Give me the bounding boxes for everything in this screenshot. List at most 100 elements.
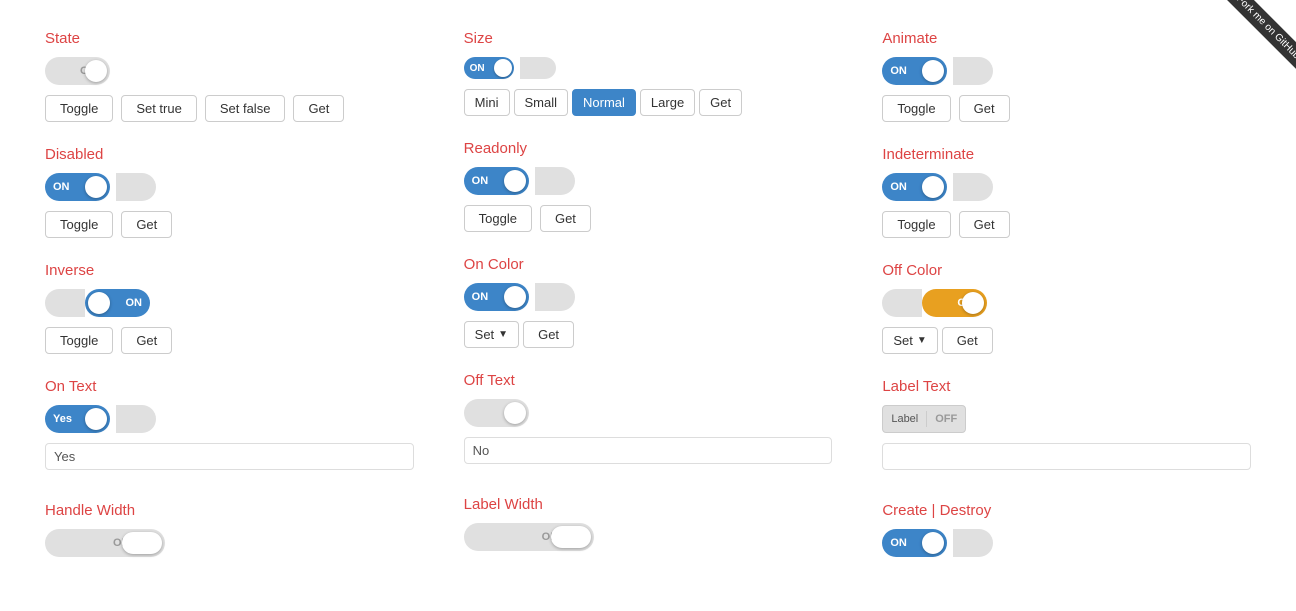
inverse-get-btn[interactable]: Get <box>121 327 172 354</box>
label-text-toggle[interactable]: Label OFF <box>882 405 966 433</box>
label-width-toggle-container: OFF <box>464 523 833 551</box>
indeterminate-toggle-btn[interactable]: Toggle <box>882 211 950 238</box>
on-color-get-btn[interactable]: Get <box>523 321 574 348</box>
inverse-toggle-left <box>45 289 85 317</box>
state-toggle-btn[interactable]: Toggle <box>45 95 113 122</box>
section-inverse: Inverse ON Toggle Get <box>45 262 414 354</box>
size-small-btn[interactable]: Small <box>514 89 569 116</box>
section-indeterminate: Indeterminate ON Toggle Get <box>882 146 1251 238</box>
off-color-set-btn[interactable]: Set ▼ <box>882 327 937 354</box>
animate-toggle[interactable]: ON <box>882 57 947 85</box>
label-width-title: Label Width <box>464 496 833 513</box>
readonly-get-btn[interactable]: Get <box>540 205 591 232</box>
column-1: State OFF Toggle Set true Set false Get … <box>30 20 429 591</box>
section-label-text: Label Text Label OFF <box>882 378 1251 478</box>
size-toggle[interactable]: ON <box>464 57 514 79</box>
readonly-toggle-container: ON <box>464 167 833 195</box>
label-width-toggle[interactable]: OFF <box>464 523 594 551</box>
handle-width-toggle[interactable]: OFF <box>45 529 165 557</box>
off-color-btn-group: Set ▼ Get <box>882 327 1251 354</box>
state-set-true-btn[interactable]: Set true <box>121 95 197 122</box>
animate-get-btn[interactable]: Get <box>959 95 1010 122</box>
indeterminate-title: Indeterminate <box>882 146 1251 163</box>
on-color-set-btn[interactable]: Set ▼ <box>464 321 519 348</box>
column-2: Size ON Mini Small Normal Large Get Read… <box>449 20 848 591</box>
fork-ribbon[interactable]: Fork me on GitHub <box>1226 0 1296 70</box>
create-destroy-toggle-handle <box>922 532 944 554</box>
state-btn-group: Toggle Set true Set false Get <box>45 95 414 122</box>
inverse-title: Inverse <box>45 262 414 279</box>
handle-width-toggle-container: OFF <box>45 529 414 557</box>
on-color-btn-group: Set ▼ Get <box>464 321 833 348</box>
off-text-title: Off Text <box>464 372 833 389</box>
state-title: State <box>45 30 414 47</box>
animate-on-label: ON <box>890 65 907 77</box>
on-text-title: On Text <box>45 378 414 395</box>
readonly-toggle-btn[interactable]: Toggle <box>464 205 532 232</box>
size-mini-btn[interactable]: Mini <box>464 89 510 116</box>
indeterminate-toggle-container: ON <box>882 173 1251 201</box>
state-toggle-handle <box>85 60 107 82</box>
size-get-btn[interactable]: Get <box>699 89 742 116</box>
disabled-toggle[interactable]: ON <box>45 173 110 201</box>
size-large-btn[interactable]: Large <box>640 89 695 116</box>
off-text-input[interactable] <box>464 437 833 464</box>
off-color-get-btn[interactable]: Get <box>942 327 993 354</box>
section-create-destroy: Create | Destroy ON <box>882 502 1251 557</box>
state-toggle[interactable]: OFF <box>45 57 110 85</box>
section-state: State OFF Toggle Set true Set false Get <box>45 30 414 122</box>
create-destroy-on-label: ON <box>890 537 907 549</box>
on-text-yes-label: Yes <box>53 413 72 425</box>
disabled-toggle-right <box>116 173 156 201</box>
on-text-input[interactable] <box>45 443 414 470</box>
indeterminate-toggle[interactable]: ON <box>882 173 947 201</box>
off-color-title: Off Color <box>882 262 1251 279</box>
on-text-toggle[interactable]: Yes <box>45 405 110 433</box>
label-width-toggle-handle <box>551 526 591 548</box>
size-toggle-right <box>520 57 556 79</box>
on-color-toggle-container: ON <box>464 283 833 311</box>
create-destroy-title: Create | Destroy <box>882 502 1251 519</box>
disabled-toggle-container: ON <box>45 173 414 201</box>
label-text-label: Label <box>883 413 926 425</box>
inverse-toggle[interactable]: ON <box>85 289 150 317</box>
animate-toggle-right <box>953 57 993 85</box>
off-color-set-caret: ▼ <box>917 335 927 346</box>
on-color-toggle-handle <box>504 286 526 308</box>
state-set-false-btn[interactable]: Set false <box>205 95 286 122</box>
section-on-color: On Color ON Set ▼ Get <box>464 256 833 348</box>
disabled-toggle-btn[interactable]: Toggle <box>45 211 113 238</box>
disabled-get-btn[interactable]: Get <box>121 211 172 238</box>
readonly-btn-group: Toggle Get <box>464 205 833 232</box>
label-text-input[interactable] <box>882 443 1251 470</box>
animate-toggle-btn[interactable]: Toggle <box>882 95 950 122</box>
off-text-toggle-handle <box>504 402 526 424</box>
on-color-toggle[interactable]: ON <box>464 283 529 311</box>
animate-title: Animate <box>882 30 1251 47</box>
off-color-toggle[interactable]: OFF <box>922 289 987 317</box>
readonly-toggle[interactable]: ON <box>464 167 529 195</box>
state-get-btn[interactable]: Get <box>293 95 344 122</box>
section-off-text: Off Text No <box>464 372 833 472</box>
inverse-toggle-handle <box>88 292 110 314</box>
section-label-width: Label Width OFF <box>464 496 833 551</box>
section-readonly: Readonly ON Toggle Get <box>464 140 833 232</box>
state-toggle-container: OFF <box>45 57 414 85</box>
on-text-toggle-handle <box>85 408 107 430</box>
section-handle-width: Handle Width OFF <box>45 502 414 557</box>
off-color-toggle-left <box>882 289 922 317</box>
size-normal-btn[interactable]: Normal <box>572 89 636 116</box>
disabled-toggle-handle <box>85 176 107 198</box>
size-toggle-handle <box>494 59 512 77</box>
section-disabled: Disabled ON Toggle Get <box>45 146 414 238</box>
indeterminate-btn-group: Toggle Get <box>882 211 1251 238</box>
create-destroy-toggle[interactable]: ON <box>882 529 947 557</box>
inverse-toggle-btn[interactable]: Toggle <box>45 327 113 354</box>
section-animate: Animate ON Toggle Get <box>882 30 1251 122</box>
off-text-toggle-container: No <box>464 399 833 427</box>
off-text-toggle[interactable]: No <box>464 399 529 427</box>
size-title: Size <box>464 30 833 47</box>
on-color-toggle-right <box>535 283 575 311</box>
inverse-on-label: ON <box>126 297 143 309</box>
indeterminate-get-btn[interactable]: Get <box>959 211 1010 238</box>
